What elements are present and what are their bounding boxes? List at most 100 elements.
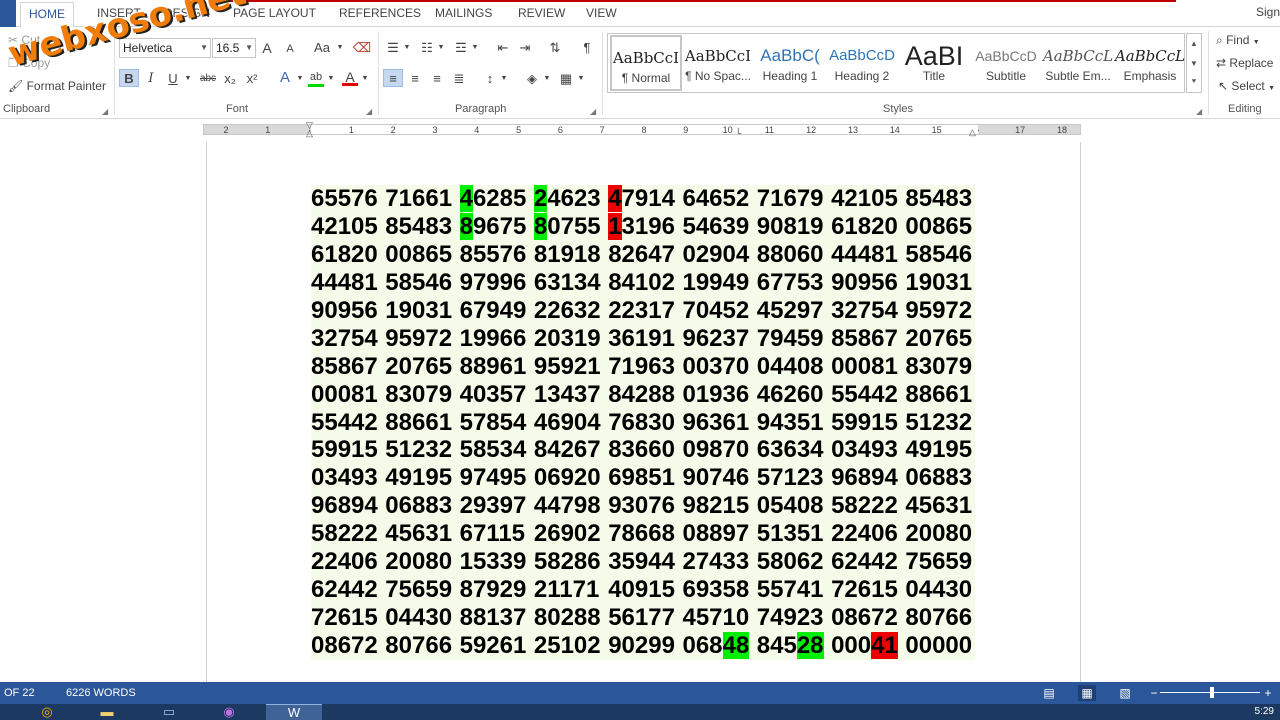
style-no-spacing[interactable]: AaBbCcI ¶ No Spac... [682, 35, 754, 91]
styles-launcher-icon[interactable]: ◢ [1196, 107, 1202, 116]
page-count[interactable]: OF 22 [4, 687, 35, 699]
chevron-down-icon[interactable]: ▼ [471, 39, 479, 57]
subscript-button[interactable]: x₂ [221, 70, 239, 88]
number-cell: 63134 [533, 268, 601, 296]
number-cell: 84102 [608, 268, 675, 296]
read-mode-icon[interactable]: ▤ [1040, 685, 1058, 701]
chevron-down-icon[interactable]: ▼ [327, 70, 335, 88]
number-cell: 74923 [756, 604, 824, 632]
zoom-in-icon[interactable]: + [1259, 685, 1277, 701]
highlight-button[interactable]: ab [306, 68, 326, 87]
borders-icon[interactable]: ▦ [557, 70, 575, 88]
taskbar-clock[interactable]: 5:29 [1255, 706, 1274, 717]
paragraph-launcher-icon[interactable]: ◢ [590, 107, 596, 116]
bullets-icon[interactable]: ☰ [384, 39, 402, 57]
change-case-button[interactable]: Aa [310, 39, 334, 57]
file-tab[interactable] [0, 0, 16, 27]
numbering-icon[interactable]: ☷ [418, 39, 436, 57]
bold-button[interactable]: B [119, 69, 139, 87]
cursor-icon: ↖ [1218, 79, 1229, 93]
chevron-down-icon[interactable]: ▼ [296, 70, 304, 88]
chevron-down-icon[interactable]: ▼ [361, 70, 369, 88]
horizontal-ruler[interactable]: 2 1 · 1 2 3 4 5 6 7 8 9 10 11 12 13 14 15 · 17 18 ▽ △ △ └ [0, 120, 1280, 140]
chevron-down-icon[interactable]: ▼ [403, 39, 411, 57]
tab-review[interactable]: REVIEW [510, 4, 573, 27]
styles-gallery-scroll[interactable]: ▲ ▼ ⯆ [1186, 33, 1202, 93]
shrink-font-button[interactable]: A [282, 40, 298, 58]
find-button[interactable]: ⌕ Find ▼ [1216, 33, 1260, 48]
right-indent-marker-icon[interactable]: △ [969, 127, 976, 138]
clipboard-launcher-icon[interactable]: ◢ [102, 107, 108, 116]
number-cell: 90956 [311, 296, 378, 324]
style-emphasis[interactable]: AaBbCcL Emphasis [1114, 35, 1186, 91]
word-taskbar-icon[interactable]: W [266, 704, 322, 720]
style-name: Title [922, 69, 946, 83]
superscript-button[interactable]: x² [243, 70, 261, 88]
strikethrough-button[interactable]: abc [198, 70, 218, 88]
chevron-up-icon[interactable]: ▲ [1187, 34, 1201, 54]
align-center-icon[interactable]: ≡ [406, 70, 424, 88]
underline-button[interactable]: U [164, 70, 182, 88]
number-cell: 20319 [533, 324, 601, 352]
chevron-down-icon[interactable]: ▼ [437, 39, 445, 57]
browser-icon[interactable]: ◉ [212, 704, 246, 720]
shading-icon[interactable]: ◈ [523, 70, 541, 88]
style-heading-2[interactable]: AaBbCcD Heading 2 [826, 35, 898, 91]
number-row: 58222 45631 67115 26902 78668 08897 51351 22406… [311, 520, 975, 549]
increase-indent-icon[interactable]: ⇥ [516, 39, 534, 57]
number-cell: 40357 [459, 380, 527, 408]
clear-formatting-icon[interactable]: ⌫ [352, 39, 372, 57]
replace-icon: ⇄ [1216, 56, 1227, 70]
chevron-down-icon[interactable]: ▼ [1187, 54, 1201, 74]
number-cell: 13437 [533, 380, 601, 408]
text-effects-button[interactable]: A [276, 69, 294, 87]
italic-button[interactable]: I [142, 70, 160, 88]
chevron-down-icon[interactable]: ▼ [184, 70, 192, 88]
style-subtitle[interactable]: AaBbCcD Subtitle [970, 35, 1042, 91]
font-color-button[interactable]: A [341, 68, 359, 86]
multilevel-list-icon[interactable]: ☲ [452, 39, 470, 57]
justify-icon[interactable]: ≣ [450, 70, 468, 88]
font-size-combo[interactable]: 16.5 ▼ [212, 38, 256, 58]
decrease-indent-icon[interactable]: ⇤ [494, 39, 512, 57]
app-icon[interactable]: ▭ [152, 704, 186, 720]
zoom-out-icon[interactable]: − [1145, 685, 1163, 701]
word-count[interactable]: 6226 WORDS [66, 687, 136, 699]
replace-button[interactable]: ⇄ Replace [1216, 56, 1273, 70]
select-button[interactable]: ↖ Select ▼ [1218, 79, 1275, 93]
chevron-down-icon[interactable]: ▼ [500, 70, 508, 88]
number-cell: 04430 [905, 576, 973, 604]
number-cell: 00370 [682, 352, 750, 380]
tab-view[interactable]: VIEW [578, 4, 625, 27]
line-spacing-icon[interactable]: ↕ [481, 70, 499, 88]
align-right-icon[interactable]: ≡ [428, 70, 446, 88]
tab-references[interactable]: REFERENCES [331, 4, 429, 27]
align-left-icon[interactable]: ≡ [383, 69, 403, 87]
number-cell: 46285 [459, 185, 527, 212]
chevron-down-icon[interactable]: ▼ [543, 70, 551, 88]
web-layout-icon[interactable]: ▧ [1116, 685, 1134, 701]
group-divider [378, 31, 379, 115]
more-styles-icon[interactable]: ⯆ [1187, 74, 1201, 90]
sign-in-link[interactable]: Sign [1256, 5, 1280, 19]
print-layout-icon[interactable]: ▦ [1078, 685, 1096, 701]
indent-marker-icon[interactable]: ▽ △ [306, 121, 313, 138]
chevron-down-icon[interactable]: ▼ [577, 70, 585, 88]
sort-icon[interactable]: ⇅ [546, 39, 564, 57]
chevron-down-icon[interactable]: ▼ [336, 39, 344, 57]
tab-stop-icon[interactable]: └ [735, 128, 741, 138]
number-cell: 58222 [831, 492, 898, 520]
style-title[interactable]: AaBI Title [898, 35, 970, 91]
font-launcher-icon[interactable]: ◢ [366, 107, 372, 116]
grow-font-button[interactable]: A [259, 39, 275, 57]
start-button-icon[interactable]: ◎ [30, 704, 64, 720]
style-subtle-emphasis[interactable]: AaBbCcL Subtle Em... [1042, 35, 1114, 91]
file-explorer-icon[interactable]: ▬ [90, 704, 124, 720]
tab-mailings[interactable]: MAILINGS [427, 4, 500, 27]
pilcrow-icon[interactable]: ¶ [578, 39, 596, 57]
style-normal[interactable]: AaBbCcI ¶ Normal [610, 35, 682, 91]
number-row: 85867 20765 88961 95921 71963 00370 04408 00081… [311, 352, 975, 381]
zoom-slider-thumb[interactable] [1210, 687, 1214, 698]
style-heading-1[interactable]: AaBbC(Heading 1 [754, 35, 826, 91]
format-painter-button[interactable]: 🖌 Format Painter [8, 79, 106, 93]
